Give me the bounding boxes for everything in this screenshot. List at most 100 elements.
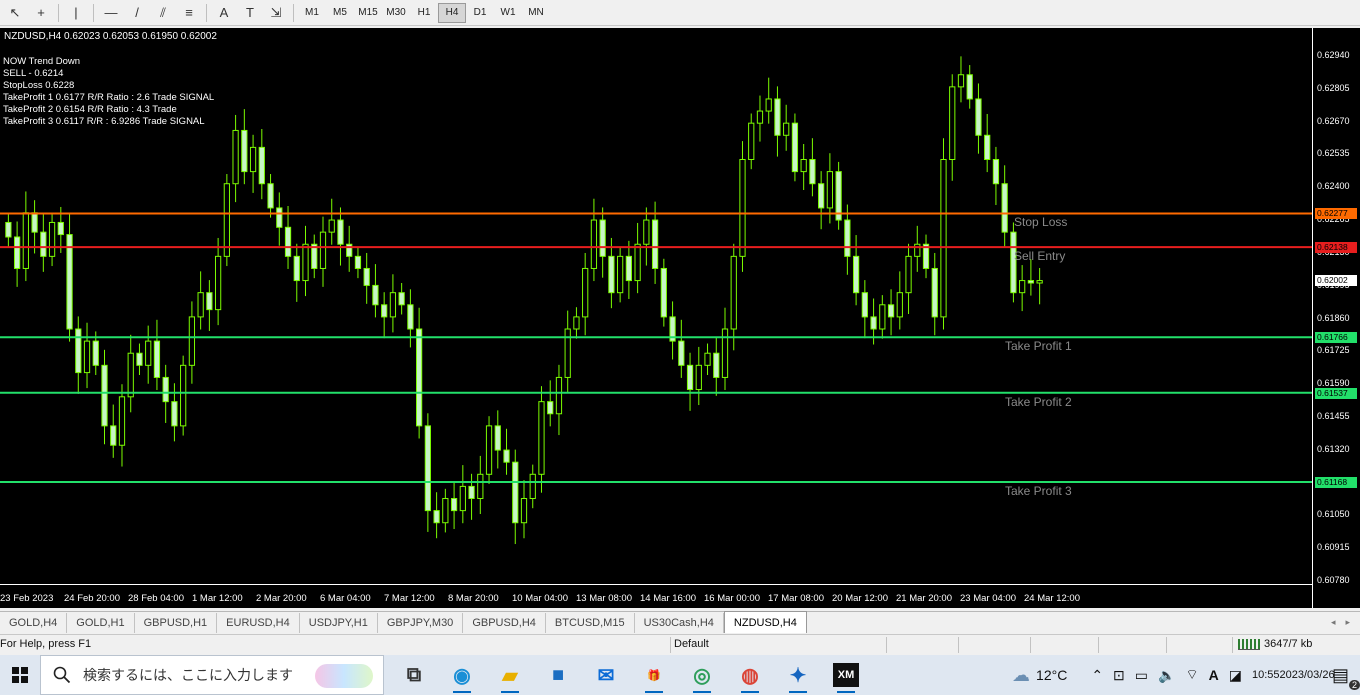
taskbar-search-box[interactable]: 検索するには、ここに入力します [40,655,384,695]
chart-tab[interactable]: BTCUSD,M15 [546,613,635,633]
candle [197,271,204,330]
bear-candle-body [40,231,47,257]
candle [363,252,370,304]
crosshair-tool-icon[interactable]: + [28,2,54,24]
taskbar-app[interactable]: ◉ [438,655,486,695]
xm-trading-icon: XM [832,663,860,687]
bull-candle-body [538,401,545,475]
timeframe-buttons: M1 M5 M15 M30 H1 H4 D1 W1 MN [298,2,550,23]
taskbar-clock[interactable]: 10:55 2023/03/26 [1247,668,1335,683]
time-tick-label: 17 Mar 08:00 [768,593,824,604]
candle [756,95,764,142]
taskbar-app[interactable]: ◍ [726,655,774,695]
bull-candle-body [442,498,449,524]
price-tick-label: 0.62400 [1317,181,1350,192]
chart-tab[interactable]: USDJPY,H1 [300,613,378,633]
price-tick-label: 0.61725 [1317,345,1350,356]
weather-widget[interactable]: ☁ 12°C [1007,665,1072,686]
bear-candle-body [1027,280,1035,284]
text-tool-icon[interactable]: A [211,2,237,24]
timeframe-m5-button[interactable]: M5 [326,3,354,23]
candle [145,325,152,384]
tray-chevron-up-icon[interactable]: ⌃ [1086,667,1108,684]
chart-tab[interactable]: GOLD,H1 [67,613,135,633]
candle [424,413,431,532]
battery-icon[interactable]: ▭ [1130,667,1153,684]
volume-icon[interactable]: 🔈 [1153,667,1180,684]
timeframe-m1-button[interactable]: M1 [298,3,326,23]
taskbar-app[interactable]: ⧉ [390,655,438,695]
bull-candle-body [573,316,580,330]
chart-tab[interactable]: GBPUSD,H1 [135,613,218,633]
text-label-tool-icon[interactable]: T [237,2,263,24]
start-button[interactable] [0,655,40,695]
candle [704,343,711,376]
horizontal-line-tool-icon[interactable]: — [98,2,124,24]
candle [381,292,388,339]
timeframe-m30-button[interactable]: M30 [382,3,410,23]
taskbar-app[interactable]: ▰ [486,655,534,695]
time-tick-label: 20 Mar 12:00 [832,593,888,604]
ime-indicator[interactable]: A [1204,667,1224,683]
vpn-app-icon: ✦ [789,664,807,687]
taskbar-app[interactable]: ◎ [678,655,726,695]
running-indicator [741,691,759,693]
bull-candle-body [520,498,528,524]
bull-candle-body [232,129,239,185]
security-icon[interactable]: ◪ [1224,667,1247,684]
timeframe-h4-button[interactable]: H4 [438,2,466,23]
bull-candle-body [879,304,886,330]
price-chart[interactable]: NZDUSD,H4 0.62023 0.62053 0.61950 0.6200… [0,28,1360,608]
candle [730,243,737,351]
bear-candle-body [75,328,82,374]
bear-candle-body [625,255,632,282]
tab-scroll-right-icon[interactable]: ▸ [1345,617,1350,628]
candle [748,113,755,170]
timeframe-h1-button[interactable]: H1 [410,3,438,23]
price-tick-label: 0.62805 [1317,82,1350,93]
taskbar-app[interactable]: ✦ [774,655,822,695]
trendline-tool-icon[interactable]: / [124,2,150,24]
price-tick-label: 0.60780 [1317,575,1350,585]
bull-candle-body [328,219,335,233]
bull-candle-body [249,146,257,173]
candle [311,234,318,279]
chart-tab[interactable]: EURUSD,H4 [217,613,300,633]
bear-candle-body [503,449,510,463]
bear-candle-body [31,212,38,233]
price-scale[interactable]: 0.62940 0.62805 0.62670 0.62535 0.62400 0.622… [1312,28,1360,608]
price-tick-label: 0.61455 [1317,410,1350,421]
notification-center[interactable]: ▤ 2 [1327,665,1360,690]
timeframe-d1-button[interactable]: D1 [466,3,494,23]
bull-candle-body [704,352,711,366]
chart-tab[interactable]: GOLD,H4 [0,613,68,633]
vertical-line-tool-icon[interactable]: | [63,2,89,24]
chart-tab[interactable]: GBPJPY,M30 [378,613,464,633]
chart-tab[interactable]: US30Cash,H4 [635,613,724,633]
taskbar-app[interactable]: 🎁 [630,655,678,695]
bear-candle-body [57,221,64,236]
meet-now-icon[interactable]: ⊡ [1108,667,1130,684]
taskbar-app[interactable]: ■ [534,655,582,695]
fibonacci-tool-icon[interactable]: ≡ [176,2,202,24]
bull-candle-body [118,396,126,446]
taskbar-app[interactable]: ✉ [582,655,630,695]
arrows-tool-icon[interactable]: ⇲ [263,2,289,24]
candle [180,355,187,436]
network-icon[interactable]: ⌔ [1180,666,1203,684]
taskbar-app[interactable]: XM [822,655,870,695]
metatrader-window: ↖ + | — / ⫽ ≡ A T ⇲ M1 M5 M15 M30 H1 H4 D1 W1 MN NZDUSD,H… [0,0,1360,695]
time-tick-label: 24 Mar 12:00 [1024,593,1080,604]
connection-status[interactable]: 3647/7 kb [1238,638,1312,650]
timeframe-w1-button[interactable]: W1 [494,3,522,23]
channel-tool-icon[interactable]: ⫽ [150,2,176,24]
tab-scroll-left-icon[interactable]: ◂ [1331,617,1336,628]
cursor-tool-icon[interactable]: ↖ [2,2,28,24]
timeframe-m15-button[interactable]: M15 [354,3,382,23]
chart-tab[interactable]: NZDUSD,H4 [723,611,807,633]
chart-tab[interactable]: GBPUSD,H4 [463,613,546,633]
candle [809,138,816,197]
timeframe-mn-button[interactable]: MN [522,3,550,23]
time-scale[interactable]: 23 Feb 2023 24 Feb 20:00 28 Feb 04:00 1 Mar… [0,584,1312,608]
candle [372,264,379,318]
